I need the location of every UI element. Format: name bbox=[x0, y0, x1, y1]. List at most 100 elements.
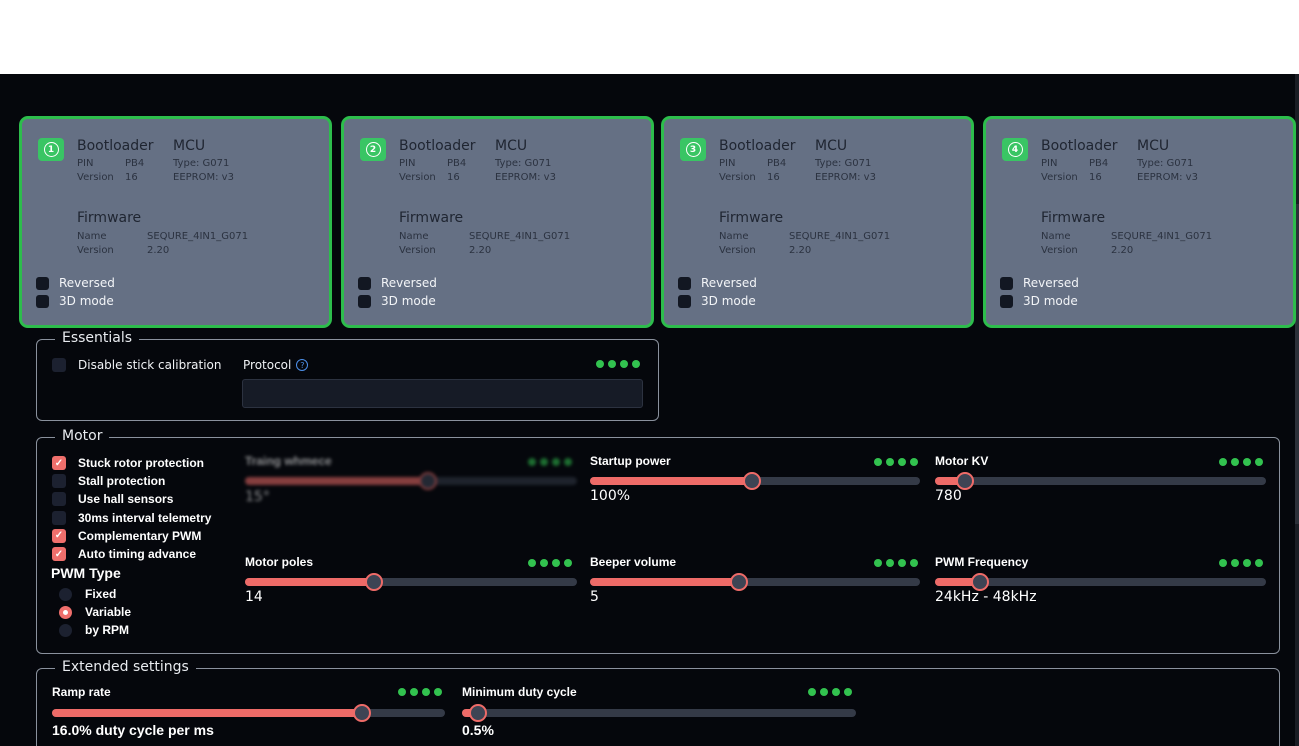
mcu-type: Type: G071 bbox=[815, 158, 872, 169]
mode-3d-toggle[interactable]: 3D mode bbox=[1000, 294, 1078, 308]
pin-label: PIN bbox=[399, 158, 416, 169]
pwm-type-radio[interactable] bbox=[59, 605, 72, 619]
pin-value: PB4 bbox=[767, 158, 787, 169]
motor-option-checkbox[interactable] bbox=[52, 492, 66, 507]
mcu-type: Type: G071 bbox=[495, 158, 552, 169]
motor-option-label: Stuck rotor protection bbox=[78, 456, 205, 471]
bootloader-title: Bootloader bbox=[1041, 138, 1118, 154]
reversed-toggle[interactable]: Reversed bbox=[358, 276, 437, 290]
min-duty-knob[interactable] bbox=[468, 704, 487, 722]
startup-power-track[interactable] bbox=[590, 472, 920, 490]
reversed-label: Reversed bbox=[381, 276, 437, 290]
pwm-type-label: Fixed bbox=[85, 587, 117, 602]
pin-value: PB4 bbox=[1089, 158, 1109, 169]
firmware-name-label: Name bbox=[1041, 231, 1071, 242]
firmware-title: Firmware bbox=[1041, 210, 1106, 226]
mode-3d-checkbox[interactable] bbox=[678, 294, 691, 308]
startup-power-knob[interactable] bbox=[742, 472, 761, 490]
pwm-type-option[interactable]: Fixed bbox=[59, 585, 131, 603]
reversed-checkbox[interactable] bbox=[1000, 276, 1013, 290]
motor-poles-knob[interactable] bbox=[365, 573, 384, 591]
essentials-section: Essentials Disable stick calibration Pro… bbox=[36, 330, 659, 421]
beeper-volume-knob[interactable] bbox=[729, 573, 748, 591]
beeper-volume-label: Beeper volume bbox=[590, 555, 677, 569]
motor-kv-label: Motor KV bbox=[935, 454, 989, 468]
extended-settings-legend: Extended settings bbox=[55, 659, 196, 675]
motor-option-label: Use hall sensors bbox=[78, 492, 174, 507]
pwm-type-option[interactable]: Variable bbox=[59, 603, 131, 621]
motor-option-row[interactable]: Stall protection bbox=[52, 472, 211, 490]
protocol-select[interactable] bbox=[242, 379, 643, 408]
min-duty-track[interactable] bbox=[462, 704, 856, 722]
bootloader-title: Bootloader bbox=[719, 138, 796, 154]
motor-kv-track[interactable] bbox=[935, 472, 1266, 490]
reversed-toggle[interactable]: Reversed bbox=[36, 276, 115, 290]
mcu-eeprom: EEPROM: v3 bbox=[495, 172, 556, 183]
version-label: Version bbox=[399, 172, 436, 183]
pwm-type-radio[interactable] bbox=[59, 623, 72, 637]
timing-label: Traing whmece bbox=[245, 454, 332, 468]
timing-fill bbox=[245, 477, 428, 485]
pwm-type-label: by RPM bbox=[85, 623, 130, 638]
motor-option-row[interactable]: ✓ Stuck rotor protection bbox=[52, 454, 211, 472]
pwm-frequency-track[interactable] bbox=[935, 573, 1266, 591]
reversed-toggle[interactable]: Reversed bbox=[1000, 276, 1079, 290]
ramp-rate-value: 16.0% duty cycle per ms bbox=[52, 722, 214, 738]
pwm-type-radio[interactable] bbox=[59, 587, 72, 601]
timing-value: 15° bbox=[245, 489, 270, 505]
motor-option-checkbox[interactable]: ✓ bbox=[52, 547, 66, 562]
disable-stick-row[interactable]: Disable stick calibration bbox=[52, 358, 222, 372]
pwm-type-option[interactable]: by RPM bbox=[59, 621, 131, 639]
startup-power-fill bbox=[590, 477, 752, 485]
version-value: 16 bbox=[447, 172, 460, 183]
min-duty-value: 0.5% bbox=[462, 722, 494, 738]
reversed-checkbox[interactable] bbox=[358, 276, 371, 290]
startup-power-value: 100% bbox=[590, 488, 631, 504]
mode-3d-checkbox[interactable] bbox=[358, 294, 371, 308]
motor-poles-track[interactable] bbox=[245, 573, 577, 591]
min-duty-label: Minimum duty cycle bbox=[462, 685, 577, 699]
pin-value: PB4 bbox=[125, 158, 145, 169]
reversed-checkbox[interactable] bbox=[678, 276, 691, 290]
disable-stick-checkbox[interactable] bbox=[52, 358, 66, 372]
beeper-volume-track[interactable] bbox=[590, 573, 920, 591]
motor-option-row[interactable]: ✓ Auto timing advance bbox=[52, 545, 211, 563]
reversed-label: Reversed bbox=[701, 276, 757, 290]
esc-number-badge: 1 bbox=[38, 138, 64, 161]
esc-number: 4 bbox=[1007, 142, 1023, 157]
ramp-rate-track[interactable] bbox=[52, 704, 445, 722]
startup-power-status-dots bbox=[874, 458, 918, 466]
firmware-name-value: SEQURE_4IN1_G071 bbox=[1111, 231, 1213, 242]
help-icon[interactable]: ? bbox=[296, 359, 309, 371]
reversed-checkbox[interactable] bbox=[36, 276, 49, 290]
pwm-frequency-value: 24kHz - 48kHz bbox=[935, 589, 1037, 605]
motor-option-checkbox[interactable]: ✓ bbox=[52, 456, 66, 471]
mode-3d-toggle[interactable]: 3D mode bbox=[678, 294, 756, 308]
mcu-eeprom: EEPROM: v3 bbox=[173, 172, 234, 183]
motor-option-row[interactable]: Use hall sensors bbox=[52, 490, 211, 508]
motor-option-row[interactable]: 30ms interval telemetry bbox=[52, 509, 211, 527]
ramp-rate-knob[interactable] bbox=[353, 704, 372, 722]
motor-option-row[interactable]: ✓ Complementary PWM bbox=[52, 527, 211, 545]
esc-number-badge: 4 bbox=[1002, 138, 1028, 161]
firmware-name-label: Name bbox=[399, 231, 429, 242]
pwm-type-title: PWM Type bbox=[51, 565, 121, 581]
mode-3d-toggle[interactable]: 3D mode bbox=[358, 294, 436, 308]
motor-option-checkbox[interactable]: ✓ bbox=[52, 528, 66, 543]
timing-knob[interactable] bbox=[418, 472, 437, 490]
timing-track[interactable] bbox=[245, 472, 577, 490]
esc-card: 3 Bootloader MCU PIN PB4 Version 16 Type… bbox=[661, 116, 974, 328]
esc-number: 3 bbox=[685, 142, 701, 157]
pwm-type-label: Variable bbox=[85, 605, 132, 620]
motor-option-checkbox[interactable] bbox=[52, 510, 66, 525]
mcu-type: Type: G071 bbox=[173, 158, 230, 169]
bootloader-title: Bootloader bbox=[77, 138, 154, 154]
reversed-toggle[interactable]: Reversed bbox=[678, 276, 757, 290]
motor-poles-value: 14 bbox=[245, 589, 263, 605]
mode-3d-checkbox[interactable] bbox=[1000, 294, 1013, 308]
mode-3d-toggle[interactable]: 3D mode bbox=[36, 294, 114, 308]
mode-3d-checkbox[interactable] bbox=[36, 294, 49, 308]
motor-option-label: 30ms interval telemetry bbox=[78, 510, 212, 525]
motor-option-checkbox[interactable] bbox=[52, 474, 66, 489]
esc-number: 2 bbox=[365, 142, 381, 157]
